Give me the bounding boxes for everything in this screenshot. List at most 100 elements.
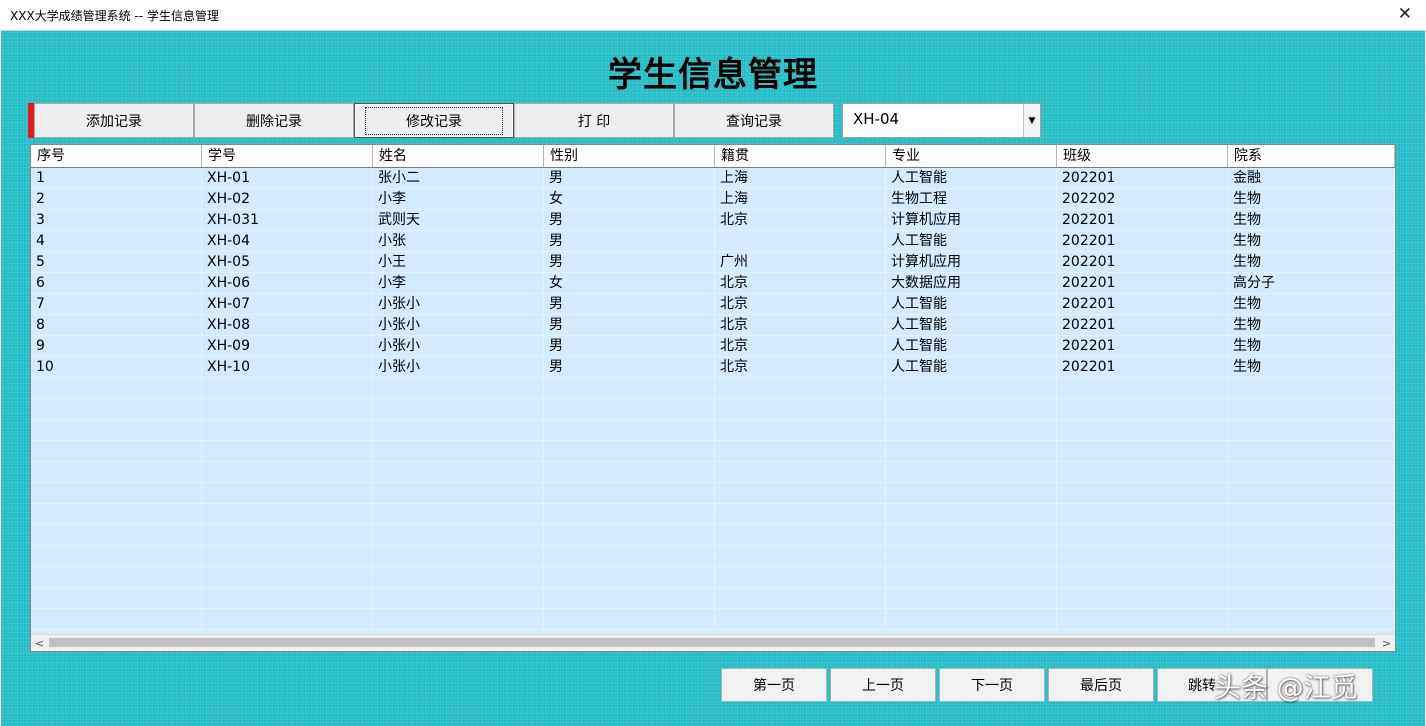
cell-gender[interactable]: 男: [544, 210, 715, 231]
delete-record-button[interactable]: 删除记录: [194, 103, 354, 138]
cell-department[interactable]: 生物: [1228, 294, 1395, 315]
cell-name[interactable]: 小张小: [373, 315, 544, 336]
cell-seq[interactable]: [31, 504, 202, 525]
cell-seq[interactable]: [31, 462, 202, 483]
cell-seq[interactable]: [31, 525, 202, 546]
cell-gender[interactable]: 女: [544, 189, 715, 210]
cell-class[interactable]: 202201: [1057, 357, 1228, 378]
cell-department[interactable]: 生物: [1228, 231, 1395, 252]
cell-major[interactable]: [886, 588, 1057, 609]
cell-class[interactable]: 202201: [1057, 273, 1228, 294]
cell-major[interactable]: 人工智能: [886, 315, 1057, 336]
print-button[interactable]: 打 印: [514, 103, 674, 138]
table-row[interactable]: 10 XH-10 小张小男北京 人工智能 202201 生物: [31, 357, 1395, 378]
cell-hometown[interactable]: [715, 462, 886, 483]
cell-student-id[interactable]: [202, 483, 373, 504]
cell-department[interactable]: [1228, 546, 1395, 567]
cell-gender[interactable]: [544, 441, 715, 462]
query-record-button[interactable]: 查询记录: [674, 103, 834, 138]
cell-hometown[interactable]: [715, 588, 886, 609]
table-row[interactable]: [31, 546, 1395, 567]
table-row[interactable]: [31, 378, 1395, 399]
cell-hometown[interactable]: 北京: [715, 315, 886, 336]
cell-major[interactable]: 人工智能: [886, 357, 1057, 378]
cell-class[interactable]: [1057, 588, 1228, 609]
cell-student-id[interactable]: [202, 504, 373, 525]
cell-department[interactable]: [1228, 420, 1395, 441]
prev-page-button[interactable]: 上一页: [830, 668, 936, 702]
cell-name[interactable]: 小张小: [373, 294, 544, 315]
column-header-student-id[interactable]: 学号: [202, 145, 373, 167]
cell-major[interactable]: 大数据应用: [886, 273, 1057, 294]
cell-department[interactable]: 高分子: [1228, 273, 1395, 294]
cell-major[interactable]: [886, 462, 1057, 483]
cell-seq[interactable]: 9: [31, 336, 202, 357]
cell-student-id[interactable]: XH-09: [202, 336, 373, 357]
table-row[interactable]: 5 XH-05 小王男广州 计算机应用 202201 生物: [31, 252, 1395, 273]
cell-hometown[interactable]: 广州: [715, 252, 886, 273]
table-row[interactable]: 7 XH-07 小张小男北京 人工智能 202201 生物: [31, 294, 1395, 315]
cell-class[interactable]: 202201: [1057, 252, 1228, 273]
table-row[interactable]: 4 XH-04 小张男 人工智能 202201 生物: [31, 231, 1395, 252]
cell-name[interactable]: 小李: [373, 189, 544, 210]
cell-hometown[interactable]: [715, 378, 886, 399]
cell-seq[interactable]: 3: [31, 210, 202, 231]
cell-gender[interactable]: 男: [544, 315, 715, 336]
cell-student-id[interactable]: XH-02: [202, 189, 373, 210]
cell-seq[interactable]: [31, 609, 202, 630]
cell-name[interactable]: [373, 483, 544, 504]
cell-student-id[interactable]: [202, 420, 373, 441]
cell-hometown[interactable]: [715, 420, 886, 441]
cell-class[interactable]: 202201: [1057, 294, 1228, 315]
cell-major[interactable]: [886, 546, 1057, 567]
cell-gender[interactable]: 男: [544, 231, 715, 252]
cell-major[interactable]: [886, 525, 1057, 546]
cell-major[interactable]: 生物工程: [886, 189, 1057, 210]
cell-department[interactable]: 金融: [1228, 168, 1395, 189]
column-header-hometown[interactable]: 籍贯: [715, 145, 886, 167]
cell-hometown[interactable]: 北京: [715, 336, 886, 357]
cell-class[interactable]: [1057, 483, 1228, 504]
cell-hometown[interactable]: 北京: [715, 210, 886, 231]
cell-class[interactable]: 202202: [1057, 189, 1228, 210]
last-page-button[interactable]: 最后页: [1048, 668, 1154, 702]
cell-name[interactable]: [373, 567, 544, 588]
table-row[interactable]: 6 XH-06 小李女北京 大数据应用 202201 高分子: [31, 273, 1395, 294]
cell-seq[interactable]: [31, 441, 202, 462]
cell-seq[interactable]: [31, 483, 202, 504]
cell-department[interactable]: 生物: [1228, 252, 1395, 273]
cell-student-id[interactable]: [202, 588, 373, 609]
cell-department[interactable]: 生物: [1228, 336, 1395, 357]
cell-major[interactable]: 人工智能: [886, 294, 1057, 315]
cell-gender[interactable]: [544, 462, 715, 483]
student-table[interactable]: 序号 学号 姓名 性别 籍贯 专业 班级 院系 1 XH-01 张小二男上海 人工智能 202201 金…: [30, 144, 1396, 652]
cell-name[interactable]: [373, 546, 544, 567]
cell-major[interactable]: [886, 504, 1057, 525]
table-row[interactable]: [31, 483, 1395, 504]
add-record-button[interactable]: 添加记录: [34, 103, 194, 138]
table-row[interactable]: 8 XH-08 小张小男北京 人工智能 202201 生物: [31, 315, 1395, 336]
cell-major[interactable]: [886, 378, 1057, 399]
cell-department[interactable]: [1228, 567, 1395, 588]
table-row[interactable]: [31, 567, 1395, 588]
cell-department[interactable]: [1228, 462, 1395, 483]
cell-name[interactable]: [373, 462, 544, 483]
cell-hometown[interactable]: 上海: [715, 189, 886, 210]
cell-gender[interactable]: [544, 399, 715, 420]
cell-department[interactable]: [1228, 378, 1395, 399]
cell-gender[interactable]: [544, 525, 715, 546]
cell-name[interactable]: 小李: [373, 273, 544, 294]
cell-seq[interactable]: [31, 420, 202, 441]
cell-major[interactable]: [886, 420, 1057, 441]
cell-class[interactable]: [1057, 609, 1228, 630]
cell-student-id[interactable]: XH-07: [202, 294, 373, 315]
horizontal-scrollbar[interactable]: < >: [31, 634, 1395, 651]
table-row[interactable]: [31, 441, 1395, 462]
cell-seq[interactable]: 5: [31, 252, 202, 273]
cell-seq[interactable]: 8: [31, 315, 202, 336]
cell-class[interactable]: [1057, 399, 1228, 420]
table-row[interactable]: [31, 504, 1395, 525]
cell-department[interactable]: [1228, 588, 1395, 609]
cell-seq[interactable]: 10: [31, 357, 202, 378]
cell-hometown[interactable]: [715, 441, 886, 462]
